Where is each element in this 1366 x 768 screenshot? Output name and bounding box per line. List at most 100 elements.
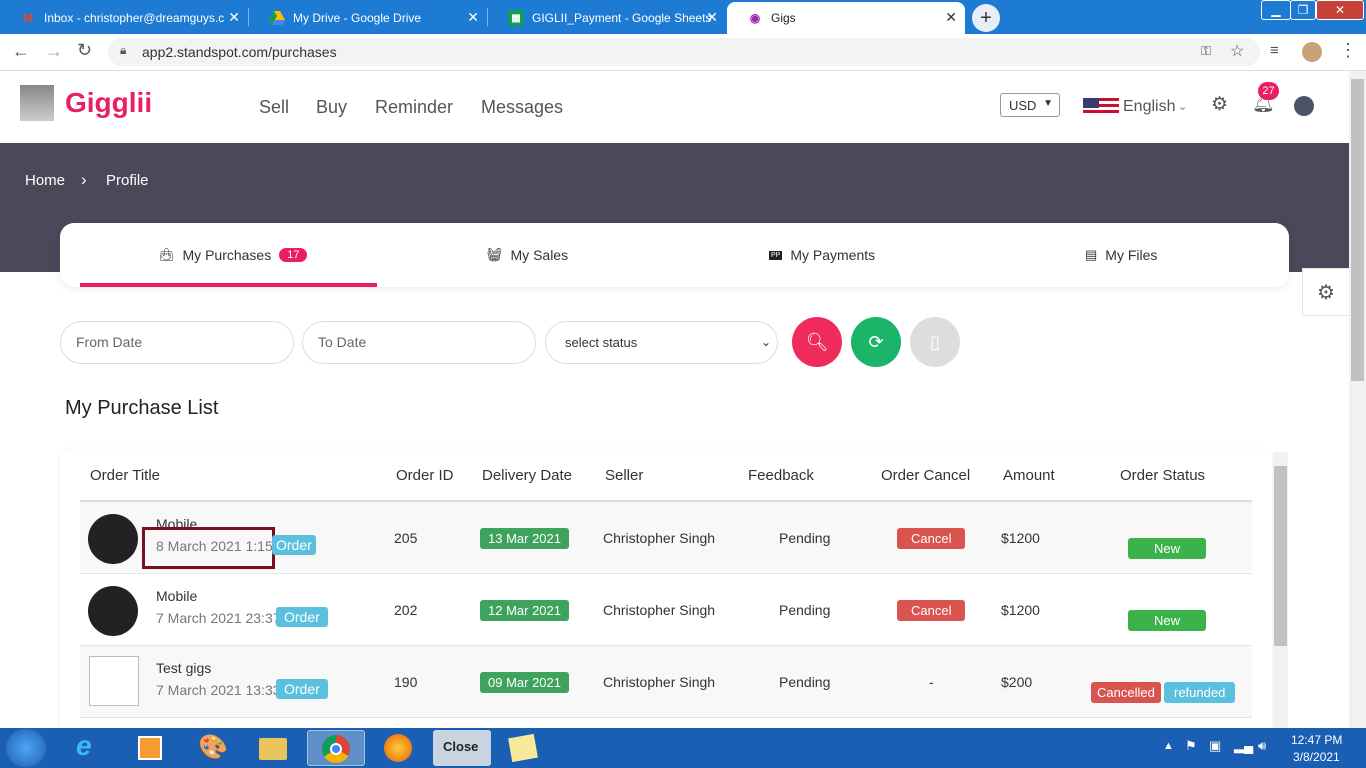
table-row[interactable]: Test gigs 7 March 2021 13:33 Order 190 0… (80, 645, 1252, 717)
order-title[interactable]: Mobile (156, 588, 197, 604)
chrome-taskbar-icon[interactable] (307, 730, 365, 766)
reset-button[interactable]: ⟳ (851, 317, 901, 367)
seller-name[interactable]: Christopher Singh (603, 530, 715, 546)
col-order-status: Order Status (1120, 467, 1206, 484)
refresh-icon: ⟳ (868, 332, 884, 352)
table-row[interactable]: Mobile 8 March 2021 1:15 Order 205 13 Ma… (80, 500, 1252, 572)
brand-logo[interactable]: Gigglii (65, 87, 152, 119)
tab-my-payments[interactable]: PP My Payments (769, 247, 875, 263)
clock-date[interactable]: 3/8/2021 (1293, 750, 1340, 764)
signal-tray-icon[interactable]: ▂▄ (1234, 738, 1253, 754)
media-player-taskbar-icon[interactable] (121, 730, 179, 766)
key-icon[interactable]: ⚿ (1201, 43, 1211, 59)
new-tab-button[interactable]: + (972, 4, 1000, 32)
table-scrollbar[interactable] (1273, 452, 1288, 728)
status-select-value: select status (565, 335, 638, 350)
profile-tabs-card: 👜︎ My Purchases 17 🧺︎ My Sales PP My Pay… (60, 223, 1289, 287)
search-button[interactable]: 🔍︎ (792, 317, 842, 367)
side-settings-gear-icon[interactable]: ⚙ (1302, 268, 1350, 316)
cancel-button[interactable]: Cancel (897, 600, 966, 621)
tray-expand-icon[interactable]: ▲ (1163, 740, 1174, 752)
tab-gmail[interactable]: M Inbox - christopher@dreamguys.c ✕ (0, 2, 248, 34)
clock-time[interactable]: 12:47 PM (1291, 733, 1342, 747)
close-taskbar-item[interactable]: Close (433, 730, 491, 766)
breadcrumb-home[interactable]: Home (25, 172, 65, 189)
order-date: 7 March 2021 13:33 (156, 682, 281, 698)
omnibox[interactable]: 🔒︎ app2.standspot.com/purchases ⚿ ☆ (108, 38, 1260, 66)
from-date-input[interactable]: From Date (60, 321, 294, 364)
order-tag[interactable]: Order (272, 535, 316, 555)
order-tag[interactable]: Order (276, 679, 328, 699)
tab-label: My Payments (790, 247, 876, 263)
close-icon[interactable]: ✕ (467, 9, 479, 26)
close-icon[interactable]: ✕ (945, 9, 957, 26)
breadcrumb-current: Profile (106, 172, 149, 189)
tab-my-sales[interactable]: 🧺︎ My Sales (486, 247, 568, 263)
close-taskbar-label: Close (443, 739, 479, 754)
chevron-down-icon: ⌄ (1178, 101, 1188, 113)
col-amount: Amount (1003, 467, 1055, 484)
ie-taskbar-icon[interactable]: e (60, 730, 118, 766)
explorer-taskbar-icon[interactable] (243, 730, 301, 766)
export-pdf-button[interactable]: ▯ (910, 317, 960, 367)
order-tag[interactable]: Order (276, 607, 328, 627)
close-icon[interactable]: ✕ (706, 9, 718, 26)
volume-tray-icon[interactable]: 🔊︎ (1258, 738, 1266, 754)
firefox-taskbar-icon[interactable] (370, 730, 428, 766)
media-icon[interactable]: ≡ (1270, 42, 1279, 59)
col-order-title: Order Title (90, 467, 161, 484)
close-window-button[interactable]: ✕ (1316, 0, 1364, 20)
status-badge-refunded: refunded (1164, 682, 1236, 703)
nav-reminder[interactable]: Reminder (375, 97, 453, 118)
gmail-icon: M (23, 11, 33, 25)
flag-tray-icon[interactable]: ⚑ (1185, 738, 1197, 754)
nav-buy[interactable]: Buy (316, 97, 347, 118)
tab-my-files[interactable]: ▤ My Files (1085, 247, 1157, 263)
page-scrollbar-thumb[interactable] (1351, 79, 1364, 381)
sticky-notes-taskbar-icon[interactable] (494, 730, 552, 766)
minimize-button[interactable]: ▁ (1261, 0, 1291, 20)
page-scrollbar[interactable] (1349, 71, 1366, 728)
feedback-status: Pending (779, 530, 831, 546)
cancel-button[interactable]: Cancel (897, 528, 966, 549)
profile-avatar[interactable] (1302, 42, 1322, 62)
settings-gear-icon[interactable]: ⚙ (1211, 93, 1228, 116)
col-delivery-date: Delivery Date (482, 467, 573, 484)
star-icon[interactable]: ☆ (1230, 41, 1244, 61)
delivery-date-badge: 09 Mar 2021 (480, 672, 569, 693)
table-row[interactable]: Mobile 7 March 2021 23:37 Order 202 12 M… (80, 573, 1252, 645)
seller-name[interactable]: Christopher Singh (603, 602, 715, 618)
gig-thumbnail (88, 514, 138, 564)
purchase-table: Order Title Order ID Delivery Date Selle… (60, 449, 1272, 739)
tab-gigs[interactable]: ◉ Gigs ✕ (727, 2, 965, 34)
to-date-input[interactable]: To Date (302, 321, 536, 364)
forward-icon[interactable]: → (45, 41, 63, 62)
network-tray-icon[interactable]: ▣ (1209, 738, 1221, 754)
seller-name[interactable]: Christopher Singh (603, 674, 715, 690)
status-select[interactable]: select status ⌄ (545, 321, 778, 364)
tab-drive[interactable]: My Drive - Google Drive ✕ (249, 2, 487, 34)
paint-taskbar-icon[interactable]: 🎨 (182, 730, 240, 766)
close-icon[interactable]: ✕ (228, 9, 240, 26)
pdf-icon: ▯ (930, 332, 940, 352)
tab-my-purchases[interactable]: 👜︎ My Purchases 17 (158, 247, 308, 263)
chevron-down-icon: ⌄ (760, 335, 771, 349)
order-id: 205 (394, 530, 418, 546)
menu-icon[interactable]: ⋮ (1339, 40, 1357, 61)
gig-thumbnail (88, 586, 138, 636)
nav-sell[interactable]: Sell (259, 97, 289, 118)
back-icon[interactable]: ← (12, 41, 30, 62)
tab-sheets[interactable]: ▦ GIGLII_Payment - Google Sheets ✕ (488, 2, 726, 34)
language-select[interactable]: English (1123, 98, 1175, 116)
url-text: app2.standspot.com/purchases (142, 44, 337, 60)
feedback-status: Pending (779, 602, 831, 618)
maximize-button[interactable]: ❐ (1290, 0, 1316, 20)
reload-icon[interactable]: ↻ (77, 40, 92, 61)
table-scrollbar-thumb[interactable] (1274, 466, 1287, 646)
active-tab-underline (80, 283, 377, 287)
nav-messages[interactable]: Messages (481, 97, 563, 118)
currency-select[interactable]: USD ▼ (1000, 93, 1060, 117)
order-title[interactable]: Test gigs (156, 660, 211, 676)
start-button[interactable] (6, 729, 46, 767)
user-avatar[interactable] (1294, 96, 1314, 116)
